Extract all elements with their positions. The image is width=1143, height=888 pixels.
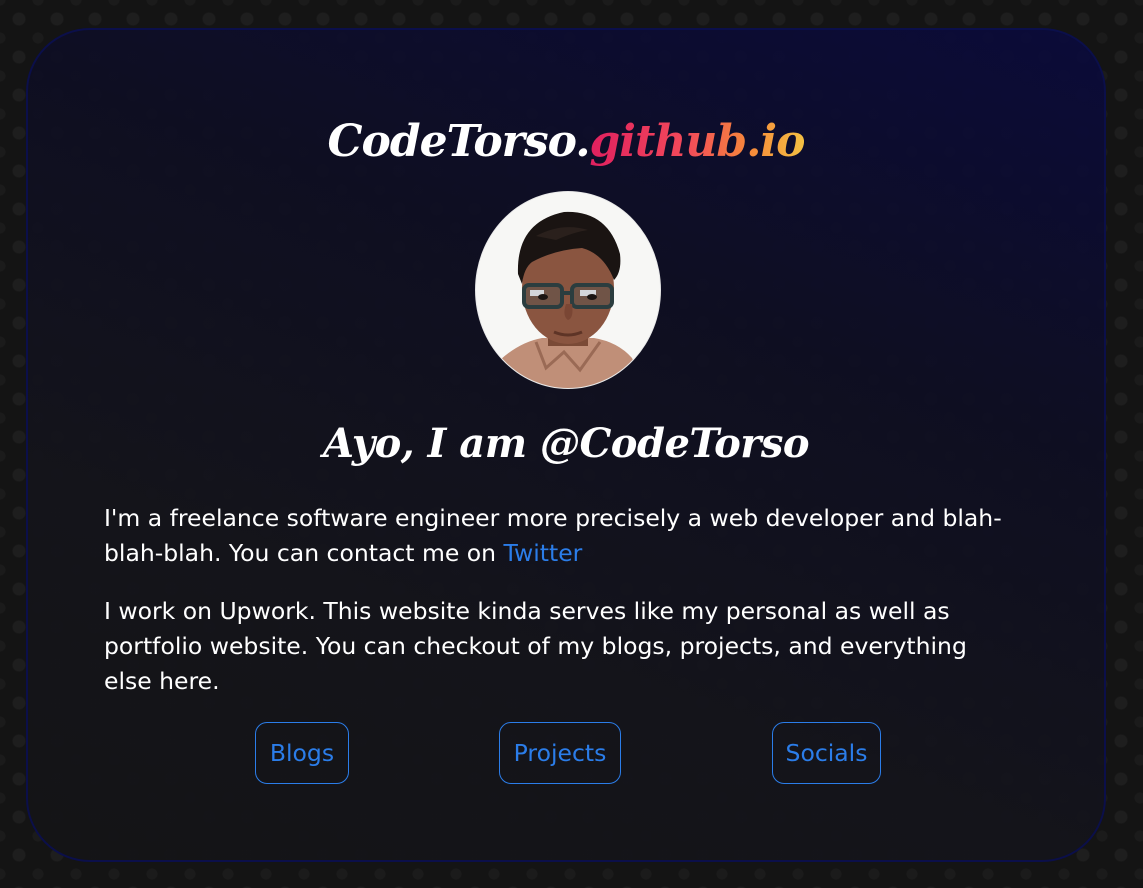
avatar xyxy=(475,191,661,389)
about-paragraph-2: I work on Upwork. This website kinda ser… xyxy=(104,597,967,695)
avatar-photo xyxy=(476,192,660,388)
twitter-link[interactable]: Twitter xyxy=(504,539,583,567)
site-title-main: CodeTorso. xyxy=(327,116,591,167)
site-title-accent: github.io xyxy=(589,116,806,167)
blogs-button[interactable]: Blogs xyxy=(255,722,349,784)
site-title: CodeTorso.github.io xyxy=(28,114,1104,170)
profile-card: CodeTorso.github.io Ayo, I am @CodeTorso… xyxy=(26,28,1106,862)
greeting-heading: Ayo, I am @CodeTorso xyxy=(322,420,810,467)
about-paragraph-1: I'm a freelance software engineer more p… xyxy=(104,501,1019,571)
socials-button[interactable]: Socials xyxy=(772,722,881,784)
projects-button[interactable]: Projects xyxy=(499,722,621,784)
